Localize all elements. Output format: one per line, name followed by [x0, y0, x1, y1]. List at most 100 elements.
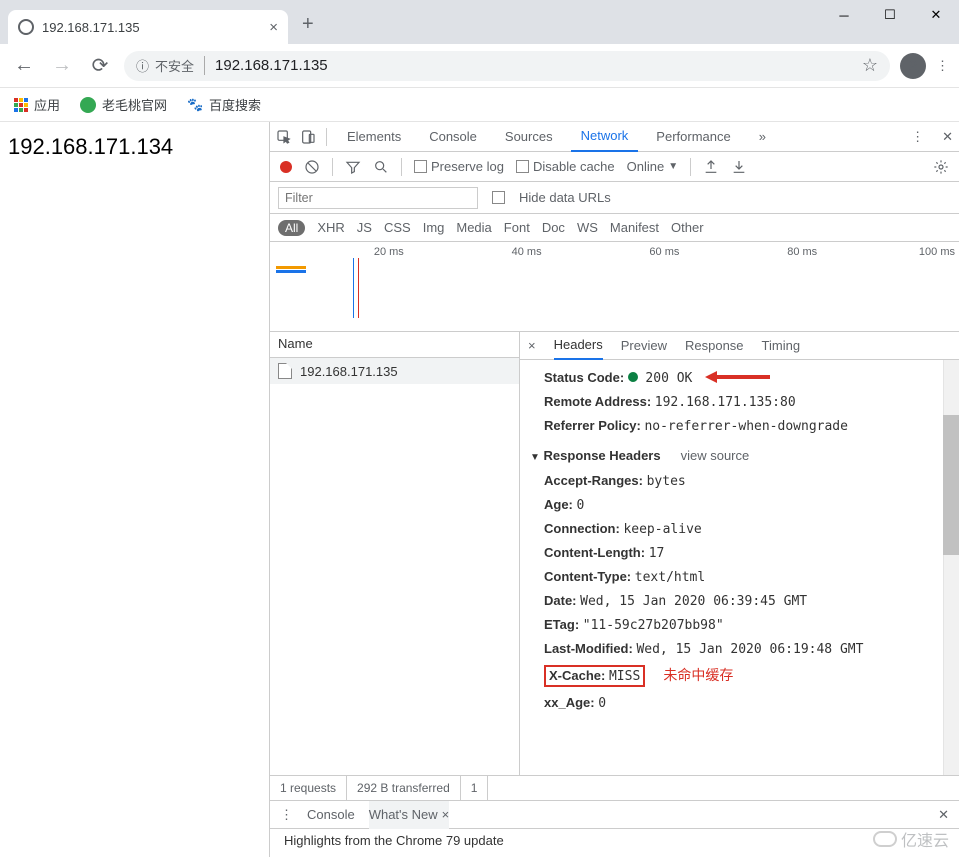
bookmark-favicon-2: 🐾 — [187, 97, 203, 113]
detail-tab-response[interactable]: Response — [685, 332, 744, 360]
drawer-menu-icon[interactable]: ⋮ — [280, 807, 293, 823]
detail-scrollbar-thumb[interactable] — [943, 415, 959, 555]
address-bar: ← → ⟳ ⓘ 不安全 192.168.171.135 ☆ ⋮ — [0, 44, 959, 88]
close-whatsnew-icon[interactable]: × — [442, 807, 450, 822]
type-ws[interactable]: WS — [577, 220, 598, 235]
detail-tab-headers[interactable]: Headers — [554, 332, 603, 360]
status-requests: 1 requests — [270, 776, 347, 800]
close-tab-icon[interactable]: × — [269, 19, 278, 36]
status-code-label: Status Code: — [544, 370, 624, 385]
hdr-k-3: Content-Length: — [544, 545, 645, 560]
download-icon[interactable] — [731, 159, 747, 175]
annotation-arrow-1 — [705, 371, 770, 383]
type-img[interactable]: Img — [423, 220, 445, 235]
network-type-bar: All XHR JS CSS Img Media Font Doc WS Man… — [270, 214, 959, 242]
settings-gear-icon[interactable] — [933, 159, 949, 175]
close-window-button[interactable]: ✕ — [913, 0, 959, 30]
preserve-log-checkbox[interactable] — [414, 160, 427, 173]
close-detail-icon[interactable]: × — [528, 338, 536, 353]
new-tab-button[interactable]: + — [302, 13, 314, 36]
minimize-button[interactable]: ─ — [821, 0, 867, 30]
throttle-select[interactable]: Online ▼ — [627, 159, 678, 174]
bookmark-item-2[interactable]: 🐾 百度搜索 — [187, 95, 261, 114]
network-toolbar: Preserve log Disable cache Online ▼ — [270, 152, 959, 182]
hdr-v-2: keep-alive — [623, 522, 701, 537]
hdr-v-1: 0 — [577, 498, 585, 513]
bookmark-item-1[interactable]: 老毛桃官网 — [80, 95, 167, 114]
drawer-tab-console[interactable]: Console — [307, 801, 355, 829]
clear-icon[interactable] — [304, 159, 320, 175]
list-header-name[interactable]: Name — [270, 332, 519, 358]
insecure-label: 不安全 — [155, 56, 194, 75]
tick-80: 80 ms — [683, 246, 821, 258]
filter-input[interactable] — [278, 187, 478, 209]
type-media[interactable]: Media — [456, 220, 491, 235]
view-source-link[interactable]: view source — [681, 448, 750, 463]
detail-scrollbar-track[interactable] — [943, 360, 959, 775]
tab-sources[interactable]: Sources — [495, 122, 563, 152]
collapse-triangle-icon[interactable]: ▼ — [530, 452, 540, 463]
tick-100: 100 ms — [821, 246, 959, 258]
hdr-k-0: Accept-Ranges: — [544, 473, 643, 488]
browser-tab[interactable]: 192.168.171.135 × — [8, 10, 288, 44]
devtools-tabs: Elements Console Sources Network Perform… — [270, 122, 959, 152]
drawer-tab-whatsnew[interactable]: What's New × — [369, 801, 450, 829]
bookmarks-bar: 应用 老毛桃官网 🐾 百度搜索 — [0, 88, 959, 122]
hdr-v-5: Wed, 15 Jan 2020 06:39:45 GMT — [580, 594, 807, 609]
hdr-v-6: "11-59c27b207bb98" — [583, 618, 724, 633]
type-js[interactable]: JS — [357, 220, 372, 235]
tab-console[interactable]: Console — [419, 122, 487, 152]
request-row[interactable]: 192.168.171.135 — [270, 358, 519, 384]
referrer-policy-value: no-referrer-when-downgrade — [644, 419, 848, 434]
globe-icon — [18, 19, 34, 35]
preserve-log-label: Preserve log — [431, 159, 504, 174]
maximize-button[interactable]: ☐ — [867, 0, 913, 30]
filter-icon[interactable] — [345, 159, 361, 175]
search-icon[interactable] — [373, 159, 389, 175]
forward-button[interactable]: → — [48, 54, 76, 77]
detail-tab-timing[interactable]: Timing — [762, 332, 801, 360]
apps-shortcut[interactable]: 应用 — [14, 95, 60, 114]
record-button[interactable] — [280, 161, 292, 173]
profile-avatar[interactable] — [900, 53, 926, 79]
detail-tab-preview[interactable]: Preview — [621, 332, 667, 360]
status-cut: 1 — [461, 776, 489, 800]
upload-icon[interactable] — [703, 159, 719, 175]
tab-performance[interactable]: Performance — [646, 122, 740, 152]
tab-overflow[interactable]: » — [749, 122, 776, 152]
tab-title: 192.168.171.135 — [42, 20, 261, 35]
security-indicator[interactable]: ⓘ 不安全 — [136, 56, 205, 75]
back-button[interactable]: ← — [10, 54, 38, 77]
close-drawer-icon[interactable]: ✕ — [938, 807, 949, 823]
type-other[interactable]: Other — [671, 220, 704, 235]
tick-40: 40 ms — [408, 246, 546, 258]
hdr-k-7: Last-Modified: — [544, 641, 633, 656]
browser-menu-button[interactable]: ⋮ — [936, 58, 949, 74]
device-toggle-icon[interactable] — [300, 129, 316, 145]
hide-urls-checkbox[interactable] — [492, 191, 505, 204]
reload-button[interactable]: ⟳ — [86, 53, 114, 78]
inspect-icon[interactable] — [276, 129, 292, 145]
network-timeline[interactable]: 20 ms 40 ms 60 ms 80 ms 100 ms — [270, 242, 959, 332]
type-manifest[interactable]: Manifest — [610, 220, 659, 235]
tab-elements[interactable]: Elements — [337, 122, 411, 152]
devtools-menu-icon[interactable]: ⋮ — [911, 129, 924, 145]
hdr-k-4: Content-Type: — [544, 569, 631, 584]
network-filter-bar: Hide data URLs — [270, 182, 959, 214]
type-font[interactable]: Font — [504, 220, 530, 235]
url-input[interactable]: ⓘ 不安全 192.168.171.135 ☆ — [124, 51, 890, 81]
hdr-k-9: xx_Age: — [544, 695, 595, 710]
watermark: 亿速云 — [873, 827, 949, 851]
type-xhr[interactable]: XHR — [317, 220, 344, 235]
type-doc[interactable]: Doc — [542, 220, 565, 235]
devtools-close-icon[interactable]: ✕ — [942, 129, 953, 145]
tab-network[interactable]: Network — [571, 122, 639, 152]
chevron-down-icon: ▼ — [668, 161, 678, 172]
tick-60: 60 ms — [546, 246, 684, 258]
bookmark-star-icon[interactable]: ☆ — [862, 55, 878, 76]
hdr-v-0: bytes — [647, 474, 686, 489]
disable-cache-checkbox[interactable] — [516, 160, 529, 173]
type-all[interactable]: All — [278, 220, 305, 236]
page-heading: 192.168.171.134 — [8, 134, 173, 159]
type-css[interactable]: CSS — [384, 220, 411, 235]
